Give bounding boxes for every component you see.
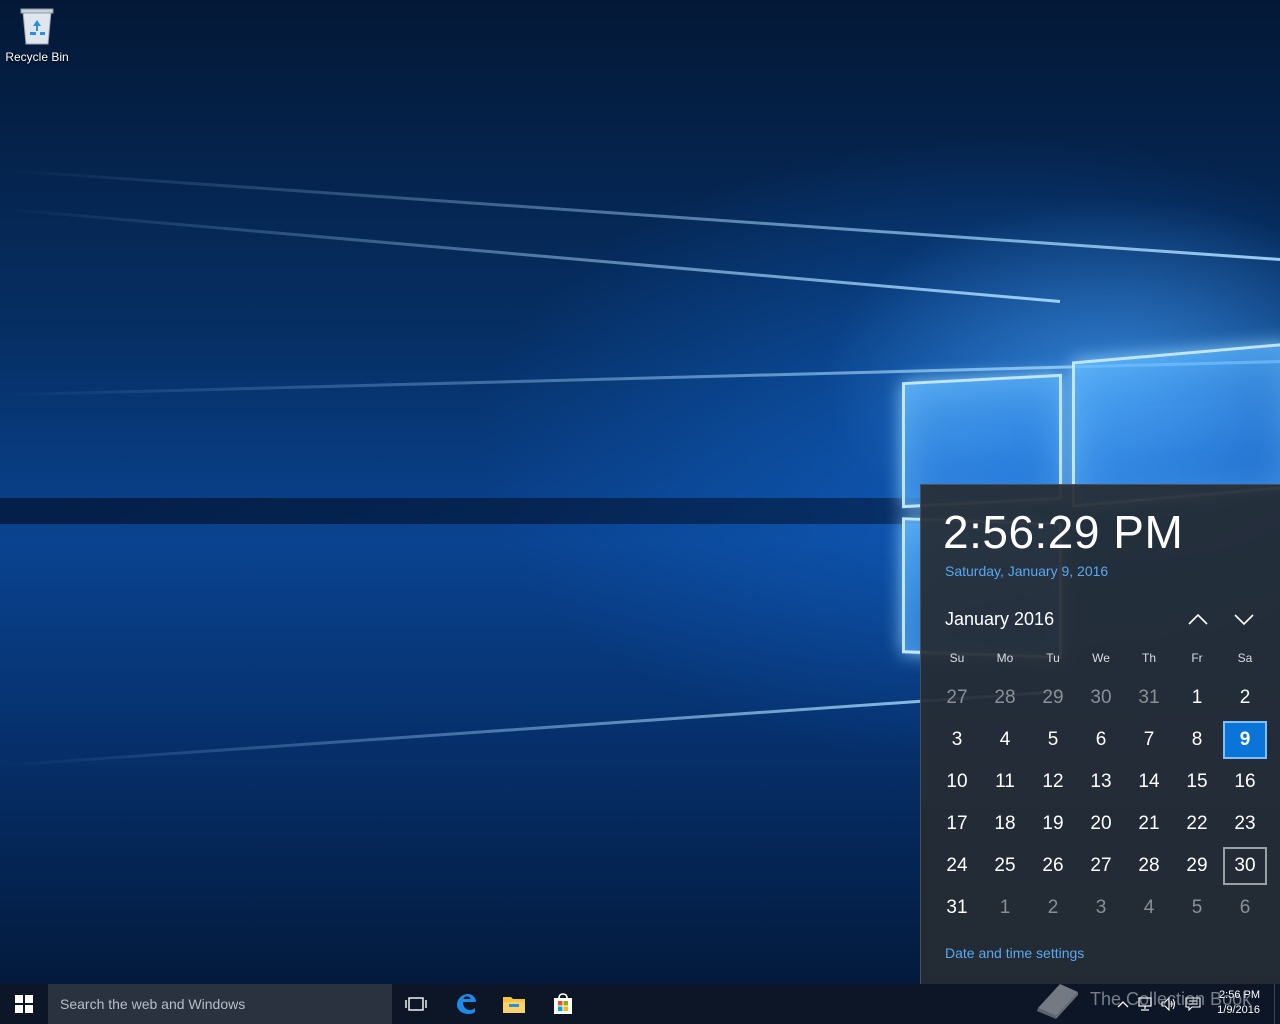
start-button[interactable] xyxy=(0,984,48,1024)
weekday-label: Th xyxy=(1141,651,1156,665)
calendar-day[interactable]: 15 xyxy=(1173,761,1221,803)
calendar-day[interactable]: 28 xyxy=(981,677,1029,719)
store-icon xyxy=(554,993,572,1014)
calendar-day[interactable]: 6 xyxy=(1077,719,1125,761)
calendar-day[interactable]: 25 xyxy=(981,845,1029,887)
calendar-day[interactable]: 22 xyxy=(1173,803,1221,845)
flyout-time: 2:56:29 PM xyxy=(943,506,1184,558)
weekday-label: We xyxy=(1092,651,1110,665)
desktop-icon-label: Recycle Bin xyxy=(5,50,69,64)
taskbar-search-box[interactable]: Search the web and Windows xyxy=(48,984,392,1024)
calendar-day[interactable]: 14 xyxy=(1125,761,1173,803)
calendar-day[interactable]: 3 xyxy=(1077,887,1125,929)
edge-button[interactable] xyxy=(442,984,490,1024)
wallpaper-light-beam xyxy=(3,168,1280,261)
calendar-day[interactable]: 2 xyxy=(1221,677,1269,719)
calendar-day[interactable]: 13 xyxy=(1077,761,1125,803)
calendar-day[interactable]: 31 xyxy=(1125,677,1173,719)
calendar-day[interactable]: 8 xyxy=(1173,719,1221,761)
calendar-day[interactable]: 5 xyxy=(1029,719,1077,761)
weekday-header: Su Mo Tu We Th Fr Sa xyxy=(933,651,1269,665)
calendar-day[interactable]: 2 xyxy=(1029,887,1077,929)
recycle-bin-icon xyxy=(19,6,55,46)
calendar-day[interactable]: 29 xyxy=(1173,845,1221,887)
calendar-day[interactable]: 21 xyxy=(1125,803,1173,845)
calendar-day[interactable]: 27 xyxy=(1077,845,1125,887)
wallpaper-light-beam xyxy=(2,690,1061,767)
calendar-day[interactable]: 28 xyxy=(1125,845,1173,887)
calendar-day[interactable]: 3 xyxy=(933,719,981,761)
folder-icon xyxy=(503,997,525,1013)
date-time-settings-link[interactable]: Date and time settings xyxy=(945,945,1084,961)
weekday-label: Su xyxy=(949,651,965,665)
desktop-icon-recycle-bin[interactable]: Recycle Bin xyxy=(4,6,70,64)
calendar-day[interactable]: 29 xyxy=(1029,677,1077,719)
calendar-day[interactable]: 4 xyxy=(1125,887,1173,929)
weekday-label: Mo xyxy=(996,651,1014,665)
calendar-day[interactable]: 5 xyxy=(1173,887,1221,929)
calendar-day[interactable]: 4 xyxy=(981,719,1029,761)
store-button[interactable] xyxy=(539,984,587,1024)
calendar-day[interactable]: 7 xyxy=(1125,719,1173,761)
search-placeholder: Search the web and Windows xyxy=(60,996,246,1012)
chevron-down-icon xyxy=(1234,614,1254,626)
flyout-long-date[interactable]: Saturday, January 9, 2016 xyxy=(945,563,1108,579)
calendar-day[interactable]: 16 xyxy=(1221,761,1269,803)
calendar-day[interactable]: 24 xyxy=(933,845,981,887)
watermark: The Collection Book xyxy=(1032,974,1251,1024)
calendar-day[interactable]: 30 xyxy=(1077,677,1125,719)
file-explorer-button[interactable] xyxy=(490,984,538,1024)
weekday-label: Tu xyxy=(1046,651,1060,665)
calendar-flyout: 2:56:29 PM Saturday, January 9, 2016 Jan… xyxy=(920,484,1280,985)
wallpaper-light-beam xyxy=(3,207,1061,303)
wallpaper-shadow-band xyxy=(0,498,920,524)
calendar-day-today[interactable]: 9 xyxy=(1223,721,1267,759)
calendar-day[interactable]: 26 xyxy=(1029,845,1077,887)
calendar-day-grid: 27 28 29 30 31 1 2 3 4 5 6 7 8 9 10 11 12 13 14 15 16 17 18 19 2… xyxy=(933,677,1269,929)
show-desktop-button[interactable] xyxy=(1274,984,1280,1024)
chevron-up-icon xyxy=(1188,613,1208,625)
windows-logo-icon xyxy=(15,995,33,1013)
task-view-icon xyxy=(405,997,427,1011)
calendar-day[interactable]: 17 xyxy=(933,803,981,845)
calendar-day[interactable]: 6 xyxy=(1221,887,1269,929)
calendar-day[interactable]: 27 xyxy=(933,677,981,719)
weekday-label: Fr xyxy=(1191,651,1203,665)
wallpaper-window-pane xyxy=(1072,342,1280,508)
calendar-day[interactable]: 19 xyxy=(1029,803,1077,845)
edge-icon xyxy=(457,994,476,1014)
calendar-day[interactable]: 23 xyxy=(1221,803,1269,845)
weekday-label: Sa xyxy=(1237,651,1253,665)
calendar-day[interactable]: 12 xyxy=(1029,761,1077,803)
task-view-button[interactable] xyxy=(392,984,440,1024)
calendar-day[interactable]: 1 xyxy=(1173,677,1221,719)
previous-month-button[interactable] xyxy=(1183,607,1213,631)
calendar-month-title[interactable]: January 2016 xyxy=(945,609,1054,630)
calendar-day[interactable]: 1 xyxy=(981,887,1029,929)
calendar-day[interactable]: 30 xyxy=(1223,847,1267,885)
next-month-button[interactable] xyxy=(1229,607,1259,631)
calendar-day[interactable]: 11 xyxy=(981,761,1029,803)
calendar-day[interactable]: 18 xyxy=(981,803,1029,845)
calendar-day[interactable]: 31 xyxy=(933,887,981,929)
book-icon xyxy=(1037,984,1078,1019)
calendar-day[interactable]: 20 xyxy=(1077,803,1125,845)
calendar-day[interactable]: 10 xyxy=(933,761,981,803)
watermark-text: The Collection Book xyxy=(1090,988,1252,1009)
